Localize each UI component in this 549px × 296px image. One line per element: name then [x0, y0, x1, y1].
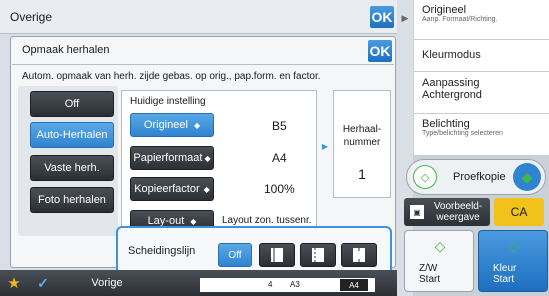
proof-copy-diamond-icon: ◇ — [413, 165, 437, 189]
preview-icon: ▣ — [410, 205, 424, 219]
dialog-divider — [12, 64, 394, 65]
setting-paper-size-button[interactable]: Papierformaat ◆ — [130, 146, 214, 170]
sidebar-item-color-mode[interactable]: Kleurmodus — [414, 40, 549, 72]
sidebar-item-exposure-sub: Type/belichting selecteren — [422, 130, 503, 137]
bw-start-button[interactable]: ◇ Z/W Start — [404, 230, 474, 292]
proof-copy-button[interactable]: ◇ Proefkopie ◆ — [406, 159, 546, 195]
color-start-diamond-icon: ◇ — [508, 237, 520, 254]
current-settings-label: Huidige instelling — [130, 96, 206, 107]
setting-copy-ratio-label: Kopieerfactor — [134, 183, 200, 195]
sidebar-item-original-label: Origineel — [422, 4, 467, 16]
chevron-right-icon: ◆ — [190, 216, 197, 226]
page-dashed-line-icon — [312, 248, 324, 262]
setting-original-value: B5 — [272, 119, 287, 133]
separator-off-button[interactable]: Off — [218, 243, 252, 267]
dialog-description: Autom. opmaak van herh. zijde gebas. op … — [22, 71, 321, 82]
sidebar-item-background-label: Aanpassing Achtergrond — [422, 77, 482, 101]
separator-label: Scheidingslijn — [128, 245, 196, 257]
chevron-right-icon: ◆ — [203, 184, 210, 194]
chevron-right-icon: ◆ — [193, 120, 201, 130]
mode-fixed-repeat-button[interactable]: Vaste herh. — [30, 155, 114, 181]
preview-label: Voorbeeld- weergave — [433, 201, 483, 223]
sidebar-item-exposure-label: Belichting — [422, 118, 470, 130]
sidebar-item-original[interactable]: Origineel Aanp. Formaat/Richting. — [414, 0, 549, 40]
setting-original-label: Origineel — [143, 119, 188, 131]
setting-copy-ratio-value: 100% — [264, 182, 295, 196]
proof-copy-label: Proefkopie — [453, 171, 506, 183]
paper-size-1: A3 — [290, 280, 300, 289]
previous-button[interactable]: Vorige — [82, 273, 132, 293]
bw-start-diamond-icon: ◇ — [434, 237, 446, 254]
repeat-number-label: Herhaal- nummer — [342, 124, 382, 148]
expand-arrow-icon[interactable]: ▶ — [398, 8, 412, 28]
mode-off-button[interactable]: Off — [30, 91, 114, 117]
setting-copy-ratio-button[interactable]: Kopieerfactor ◆ — [130, 177, 214, 201]
repeat-number-value: 1 — [358, 166, 366, 182]
header-ok-button[interactable]: OK — [370, 6, 394, 28]
mode-photo-repeat-button[interactable]: Foto herhalen — [30, 187, 114, 213]
paper-size-2: A4 — [340, 279, 368, 291]
check-icon[interactable]: ✓ — [28, 272, 58, 294]
header-bar — [0, 0, 397, 34]
mode-auto-repeat-button[interactable]: Auto-Herhalen — [30, 122, 114, 148]
sidebar-item-background[interactable]: Aanpassing Achtergrond — [414, 72, 549, 114]
paper-count: 4 — [268, 280, 273, 289]
setting-layout-value: Layout zon. tussenr. — [222, 215, 312, 226]
header-title: Overige — [10, 10, 53, 24]
color-start-button[interactable]: ◇ Kleur Start — [478, 230, 548, 292]
sidebar-item-original-sub: Aanp. Formaat/Richting. — [422, 16, 498, 23]
color-start-label: Kleur Start — [493, 263, 517, 285]
separator-line-option-2-button[interactable] — [300, 243, 336, 267]
setting-paper-size-label: Papierformaat — [133, 152, 203, 164]
favorite-star-icon[interactable]: ★ — [4, 273, 24, 293]
dialog-title: Opmaak herhalen — [22, 44, 110, 56]
dialog-ok-button[interactable]: OK — [368, 40, 392, 62]
sidebar-item-exposure[interactable]: Belichting Type/belichting selecteren — [414, 114, 549, 156]
preview-button[interactable]: ▣ Voorbeeld- weergave — [404, 198, 490, 226]
separator-line-option-1-button[interactable] — [259, 243, 295, 267]
proof-copy-start-icon: ◆ — [513, 163, 541, 191]
bw-start-label: Z/W Start — [419, 263, 441, 285]
chevron-right-icon: ◆ — [204, 153, 211, 163]
page-crop-mark-icon — [353, 248, 365, 262]
separator-line-option-3-button[interactable] — [341, 243, 377, 267]
setting-paper-size-value: A4 — [272, 151, 287, 165]
setting-original-button[interactable]: Origineel ◆ — [130, 113, 214, 137]
sidebar-item-color-mode-label: Kleurmodus — [422, 49, 481, 61]
clear-all-button[interactable]: CA — [494, 198, 544, 226]
arrow-right-icon: ▶ — [321, 141, 329, 151]
page-line-icon — [271, 248, 283, 262]
